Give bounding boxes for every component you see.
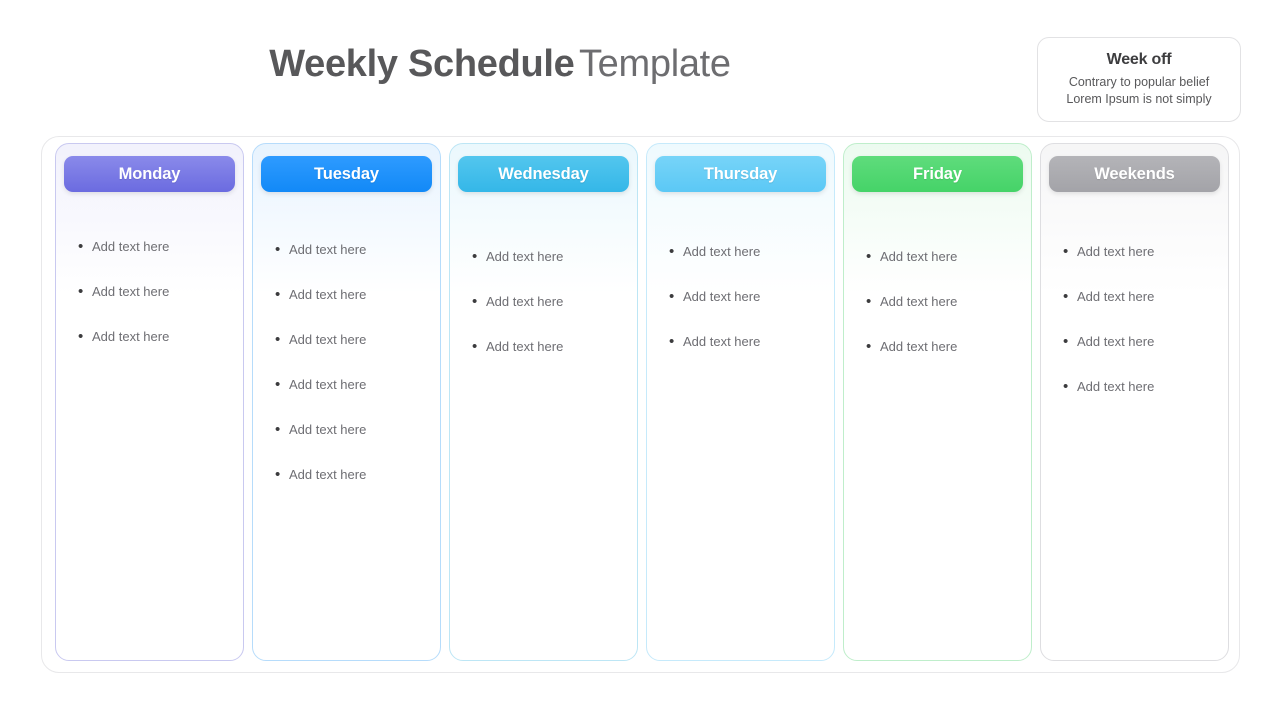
page-title-light: Template [578, 43, 731, 85]
task-text: Add text here [683, 244, 761, 259]
day-header-wednesday[interactable]: Wednesday [458, 156, 629, 192]
task-text: Add text here [92, 239, 170, 254]
bullet-icon: • [472, 338, 478, 355]
bullet-icon: • [669, 333, 675, 350]
task-item[interactable]: • Add text here [56, 329, 243, 345]
day-header-friday[interactable]: Friday [852, 156, 1023, 192]
page-title-bold: Weekly Schedule [269, 43, 575, 85]
task-text: Add text here [92, 284, 170, 299]
task-text: Add text here [289, 287, 367, 302]
day-header-monday[interactable]: Monday [64, 156, 235, 192]
task-item[interactable]: • Add text here [253, 242, 440, 258]
task-item[interactable]: • Add text here [647, 289, 834, 305]
bullet-icon: • [669, 288, 675, 305]
task-text: Add text here [289, 377, 367, 392]
task-item[interactable]: • Add text here [844, 294, 1031, 310]
bullet-icon: • [78, 283, 84, 300]
task-item[interactable]: • Add text here [647, 244, 834, 260]
day-column-weekends[interactable]: Weekends • Add text here • Add text here • Add… [1040, 143, 1229, 661]
bullet-icon: • [275, 286, 281, 303]
day-header-weekends[interactable]: Weekends [1049, 156, 1220, 192]
task-text: Add text here [880, 294, 958, 309]
task-text: Add text here [486, 339, 564, 354]
bullet-icon: • [78, 328, 84, 345]
day-header-label: Wednesday [498, 164, 589, 183]
day-column-tuesday[interactable]: Tuesday • Add text here • Add text here • Add … [252, 143, 441, 661]
schedule-columns: Monday • Add text here • Add text here • Add t… [55, 143, 1231, 661]
task-text: Add text here [92, 329, 170, 344]
page-title: Weekly Schedule Template [0, 43, 1000, 86]
task-text: Add text here [683, 289, 761, 304]
task-item[interactable]: • Add text here [844, 249, 1031, 265]
bullet-icon: • [1063, 243, 1069, 260]
bullet-icon: • [866, 338, 872, 355]
task-text: Add text here [289, 332, 367, 347]
task-item[interactable]: • Add text here [647, 334, 834, 350]
day-header-label: Monday [118, 164, 181, 183]
task-text: Add text here [1077, 244, 1155, 259]
day-header-label: Weekends [1094, 164, 1175, 183]
bullet-icon: • [1063, 288, 1069, 305]
bullet-icon: • [472, 293, 478, 310]
task-item[interactable]: • Add text here [253, 332, 440, 348]
task-item[interactable]: • Add text here [450, 249, 637, 265]
task-list: • Add text here • Add text here • Add text he… [56, 239, 243, 345]
task-item[interactable]: • Add text here [253, 467, 440, 483]
bullet-icon: • [669, 243, 675, 260]
task-list: • Add text here • Add text here • Add text he… [647, 244, 834, 350]
task-text: Add text here [289, 467, 367, 482]
task-list: • Add text here • Add text here • Add text he… [253, 242, 440, 483]
bullet-icon: • [275, 421, 281, 438]
bullet-icon: • [275, 241, 281, 258]
task-text: Add text here [289, 242, 367, 257]
bullet-icon: • [275, 376, 281, 393]
task-item[interactable]: • Add text here [1041, 244, 1228, 260]
slide-canvas: Weekly Schedule Template Week off Contra… [0, 0, 1280, 720]
task-item[interactable]: • Add text here [450, 294, 637, 310]
bullet-icon: • [1063, 333, 1069, 350]
task-item[interactable]: • Add text here [844, 339, 1031, 355]
task-item[interactable]: • Add text here [56, 284, 243, 300]
day-header-label: Tuesday [313, 164, 380, 183]
task-text: Add text here [1077, 379, 1155, 394]
week-off-line-2: Lorem Ipsum is not simply [1066, 92, 1212, 106]
bullet-icon: • [866, 293, 872, 310]
week-off-line-1: Contrary to popular belief [1068, 75, 1210, 89]
task-text: Add text here [880, 249, 958, 264]
week-off-note[interactable]: Week off Contrary to popular belief Lore… [1037, 37, 1241, 122]
bullet-icon: • [275, 331, 281, 348]
week-off-title: Week off [1106, 51, 1172, 68]
task-item[interactable]: • Add text here [253, 422, 440, 438]
task-text: Add text here [486, 249, 564, 264]
bullet-icon: • [275, 466, 281, 483]
day-header-thursday[interactable]: Thursday [655, 156, 826, 192]
day-column-friday[interactable]: Friday • Add text here • Add text here • Add t… [843, 143, 1032, 661]
day-header-label: Thursday [703, 164, 778, 183]
day-header-label: Friday [913, 164, 962, 183]
task-text: Add text here [1077, 289, 1155, 304]
task-item[interactable]: • Add text here [1041, 289, 1228, 305]
day-column-thursday[interactable]: Thursday • Add text here • Add text here • Add… [646, 143, 835, 661]
task-text: Add text here [289, 422, 367, 437]
day-column-monday[interactable]: Monday • Add text here • Add text here • Add t… [55, 143, 244, 661]
task-text: Add text here [1077, 334, 1155, 349]
task-item[interactable]: • Add text here [56, 239, 243, 255]
task-list: • Add text here • Add text here • Add text he… [450, 249, 637, 355]
task-item[interactable]: • Add text here [450, 339, 637, 355]
task-item[interactable]: • Add text here [253, 287, 440, 303]
task-item[interactable]: • Add text here [1041, 379, 1228, 395]
task-text: Add text here [880, 339, 958, 354]
day-header-tuesday[interactable]: Tuesday [261, 156, 432, 192]
bullet-icon: • [78, 238, 84, 255]
task-list: • Add text here • Add text here • Add text he… [844, 249, 1031, 355]
bullet-icon: • [866, 248, 872, 265]
day-column-wednesday[interactable]: Wednesday • Add text here • Add text here • Ad… [449, 143, 638, 661]
bullet-icon: • [1063, 378, 1069, 395]
bullet-icon: • [472, 248, 478, 265]
task-text: Add text here [683, 334, 761, 349]
task-text: Add text here [486, 294, 564, 309]
task-list: • Add text here • Add text here • Add text he… [1041, 244, 1228, 395]
task-item[interactable]: • Add text here [253, 377, 440, 393]
task-item[interactable]: • Add text here [1041, 334, 1228, 350]
